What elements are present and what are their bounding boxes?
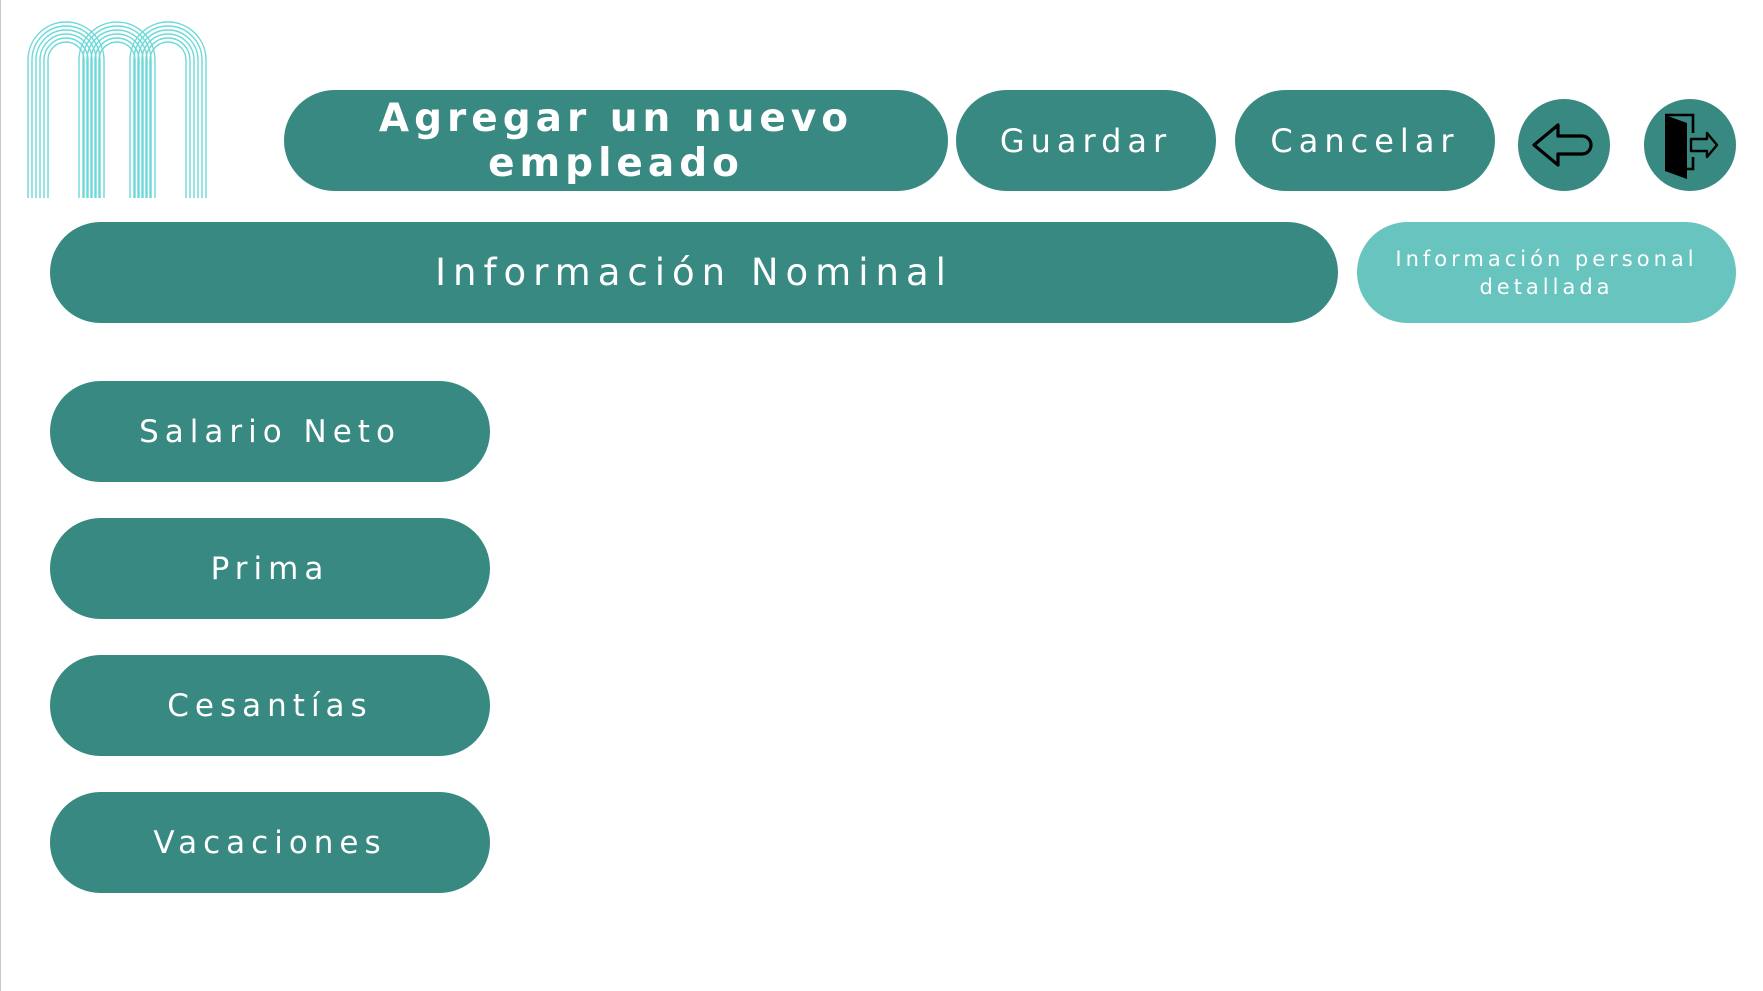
exit-door-icon xyxy=(1665,113,1719,179)
back-button[interactable] xyxy=(1518,99,1610,191)
vacaciones-button[interactable]: Vacaciones xyxy=(50,792,490,893)
window-edge xyxy=(0,0,1,991)
section-title: Información Nominal xyxy=(50,222,1338,323)
cancel-button[interactable]: Cancelar xyxy=(1235,90,1495,191)
personal-info-tab[interactable]: Información personal detallada xyxy=(1357,222,1736,323)
salario-neto-button[interactable]: Salario Neto xyxy=(50,381,490,482)
prima-button[interactable]: Prima xyxy=(50,518,490,619)
save-button[interactable]: Guardar xyxy=(956,90,1216,191)
cesantias-button[interactable]: Cesantías xyxy=(50,655,490,756)
back-arrow-icon xyxy=(1532,123,1593,167)
company-logo xyxy=(27,21,207,198)
page-title: Agregar un nuevo empleado xyxy=(284,90,948,191)
exit-button[interactable] xyxy=(1644,99,1736,191)
